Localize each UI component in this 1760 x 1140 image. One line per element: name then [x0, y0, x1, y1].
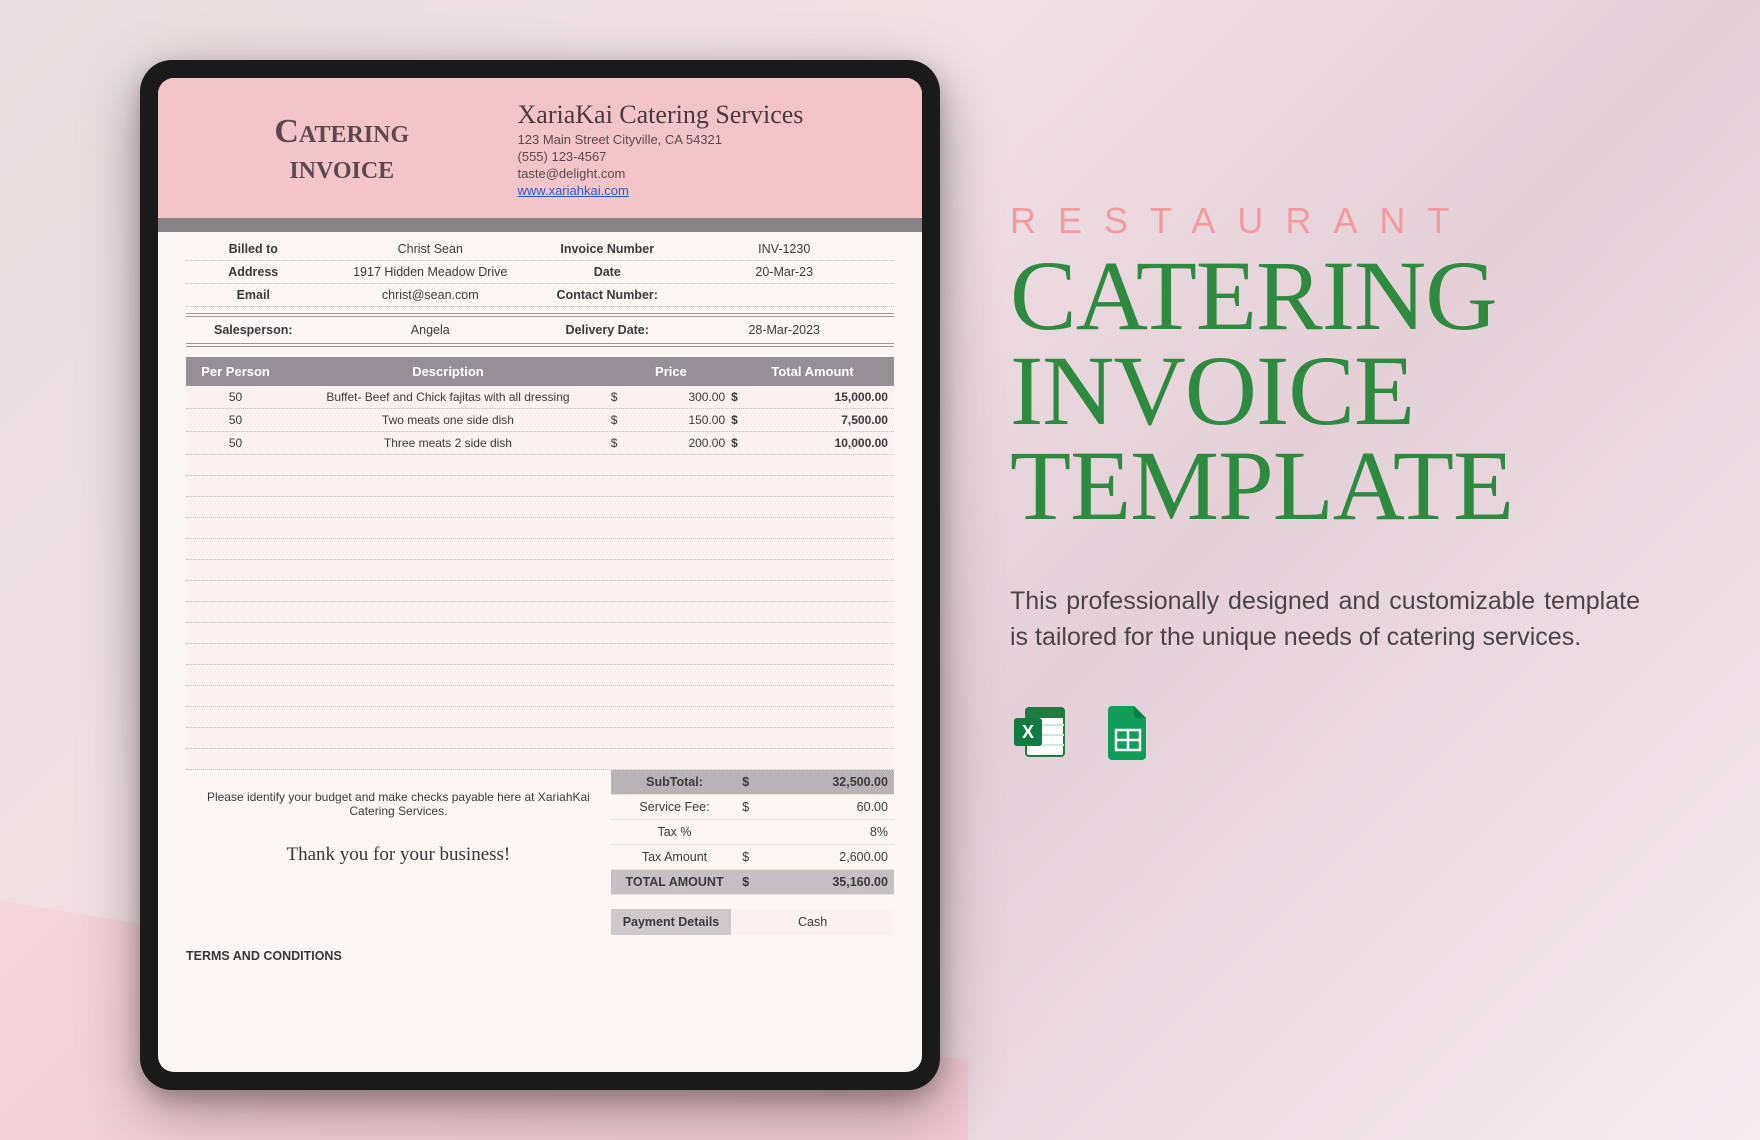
- thanks-message: Thank you for your business!: [196, 844, 601, 866]
- col-price: Price: [611, 357, 731, 386]
- company-info: XariaKai Catering Services 123 Main Stre…: [498, 100, 894, 200]
- invoice-document: Catering invoice XariaKai Catering Servi…: [158, 78, 922, 1072]
- value-subtotal: 32,500.00: [772, 770, 894, 794]
- item-price: $150.00: [611, 409, 731, 431]
- item-total: $7,500.00: [731, 409, 894, 431]
- label-date: Date: [540, 261, 675, 283]
- value-invoice-number: INV-1230: [675, 238, 894, 260]
- value-date: 20-Mar-23: [675, 261, 894, 283]
- item-per-person: 50: [186, 409, 285, 431]
- label-contact-number: Contact Number:: [540, 284, 675, 306]
- invoice-footer: Please identify your budget and make che…: [186, 770, 894, 895]
- promo-description: This professionally designed and customi…: [1010, 583, 1640, 656]
- empty-row: [186, 497, 894, 518]
- empty-row: [186, 707, 894, 728]
- label-tax-amount: Tax Amount: [611, 845, 738, 869]
- value-email: christ@sean.com: [321, 284, 540, 306]
- google-sheets-icon[interactable]: [1098, 702, 1158, 762]
- label-service-fee: Service Fee:: [611, 795, 738, 819]
- sales-row: Salesperson: Angela Delivery Date: 28-Ma…: [186, 313, 894, 347]
- empty-row: [186, 602, 894, 623]
- company-address: 123 Main Street Cityville, CA 54321: [518, 132, 894, 147]
- empty-row: [186, 476, 894, 497]
- empty-row: [186, 665, 894, 686]
- item-total: $15,000.00: [731, 386, 894, 408]
- label-address: Address: [186, 261, 321, 283]
- label-salesperson: Salesperson:: [186, 317, 321, 343]
- promo-title: CATERING INVOICE TEMPLATE: [1010, 248, 1640, 533]
- item-description: Three meats 2 side dish: [285, 432, 611, 454]
- footer-message: Please identify your budget and make che…: [196, 790, 601, 818]
- promo-panel: RESTAURANT CATERING INVOICE TEMPLATE Thi…: [1010, 200, 1640, 762]
- invoice-title: Catering invoice: [186, 114, 498, 185]
- svg-text:X: X: [1022, 722, 1034, 742]
- col-description: Description: [285, 357, 611, 386]
- value-delivery-date: 28-Mar-2023: [675, 317, 894, 343]
- label-payment-details: Payment Details: [611, 909, 731, 935]
- item-description: Buffet- Beef and Chick fajitas with all …: [285, 386, 611, 408]
- line-item: 50 Three meats 2 side dish $200.00 $10,0…: [186, 432, 894, 455]
- empty-row: [186, 581, 894, 602]
- label-billed-to: Billed to: [186, 238, 321, 260]
- value-service-fee: 60.00: [772, 795, 894, 819]
- terms-heading: TERMS AND CONDITIONS: [186, 949, 894, 963]
- line-item: 50 Buffet- Beef and Chick fajitas with a…: [186, 386, 894, 409]
- company-name: XariaKai Catering Services: [518, 100, 894, 130]
- currency: $: [738, 770, 772, 794]
- item-price: $300.00: [611, 386, 731, 408]
- empty-row: [186, 455, 894, 476]
- payment-row: Payment Details Cash: [186, 909, 894, 935]
- items-header: Per Person Description Price Total Amoun…: [186, 357, 894, 386]
- empty-row: [186, 728, 894, 749]
- items-body: 50 Buffet- Beef and Chick fajitas with a…: [158, 386, 922, 770]
- item-description: Two meats one side dish: [285, 409, 611, 431]
- line-item: 50 Two meats one side dish $150.00 $7,50…: [186, 409, 894, 432]
- label-email: Email: [186, 284, 321, 306]
- value-address: 1917 Hidden Meadow Drive: [321, 261, 540, 283]
- empty-row: [186, 518, 894, 539]
- label-total: TOTAL AMOUNT: [611, 870, 738, 894]
- summary-block: SubTotal: $ 32,500.00 Service Fee: $ 60.…: [611, 770, 894, 895]
- invoice-header: Catering invoice XariaKai Catering Servi…: [158, 78, 922, 218]
- company-phone: (555) 123-4567: [518, 149, 894, 164]
- empty-row: [186, 623, 894, 644]
- invoice-meta: Billed to Christ Sean Invoice Number INV…: [158, 232, 922, 309]
- item-per-person: 50: [186, 432, 285, 454]
- excel-icon[interactable]: X: [1010, 702, 1070, 762]
- value-salesperson: Angela: [321, 317, 540, 343]
- value-payment-details: Cash: [731, 909, 894, 935]
- label-delivery-date: Delivery Date:: [540, 317, 675, 343]
- col-total: Total Amount: [731, 357, 894, 386]
- empty-row: [186, 749, 894, 770]
- item-per-person: 50: [186, 386, 285, 408]
- header-divider: [158, 218, 922, 232]
- value-billed-to: Christ Sean: [321, 238, 540, 260]
- company-website[interactable]: www.xariahkai.com: [518, 183, 894, 198]
- value-total: 35,160.00: [772, 870, 894, 894]
- item-total: $10,000.00: [731, 432, 894, 454]
- empty-row: [186, 644, 894, 665]
- empty-row: [186, 686, 894, 707]
- label-subtotal: SubTotal:: [611, 770, 738, 794]
- col-per-person: Per Person: [186, 357, 285, 386]
- company-email: taste@delight.com: [518, 166, 894, 181]
- value-contact-number: [675, 284, 894, 306]
- label-tax-pct: Tax %: [611, 820, 738, 844]
- value-tax-amount: 2,600.00: [772, 845, 894, 869]
- label-invoice-number: Invoice Number: [540, 238, 675, 260]
- item-price: $200.00: [611, 432, 731, 454]
- promo-kicker: RESTAURANT: [1010, 200, 1640, 242]
- value-tax-pct: 8%: [772, 820, 894, 844]
- empty-row: [186, 560, 894, 581]
- tablet-device: Catering invoice XariaKai Catering Servi…: [140, 60, 940, 1090]
- empty-row: [186, 539, 894, 560]
